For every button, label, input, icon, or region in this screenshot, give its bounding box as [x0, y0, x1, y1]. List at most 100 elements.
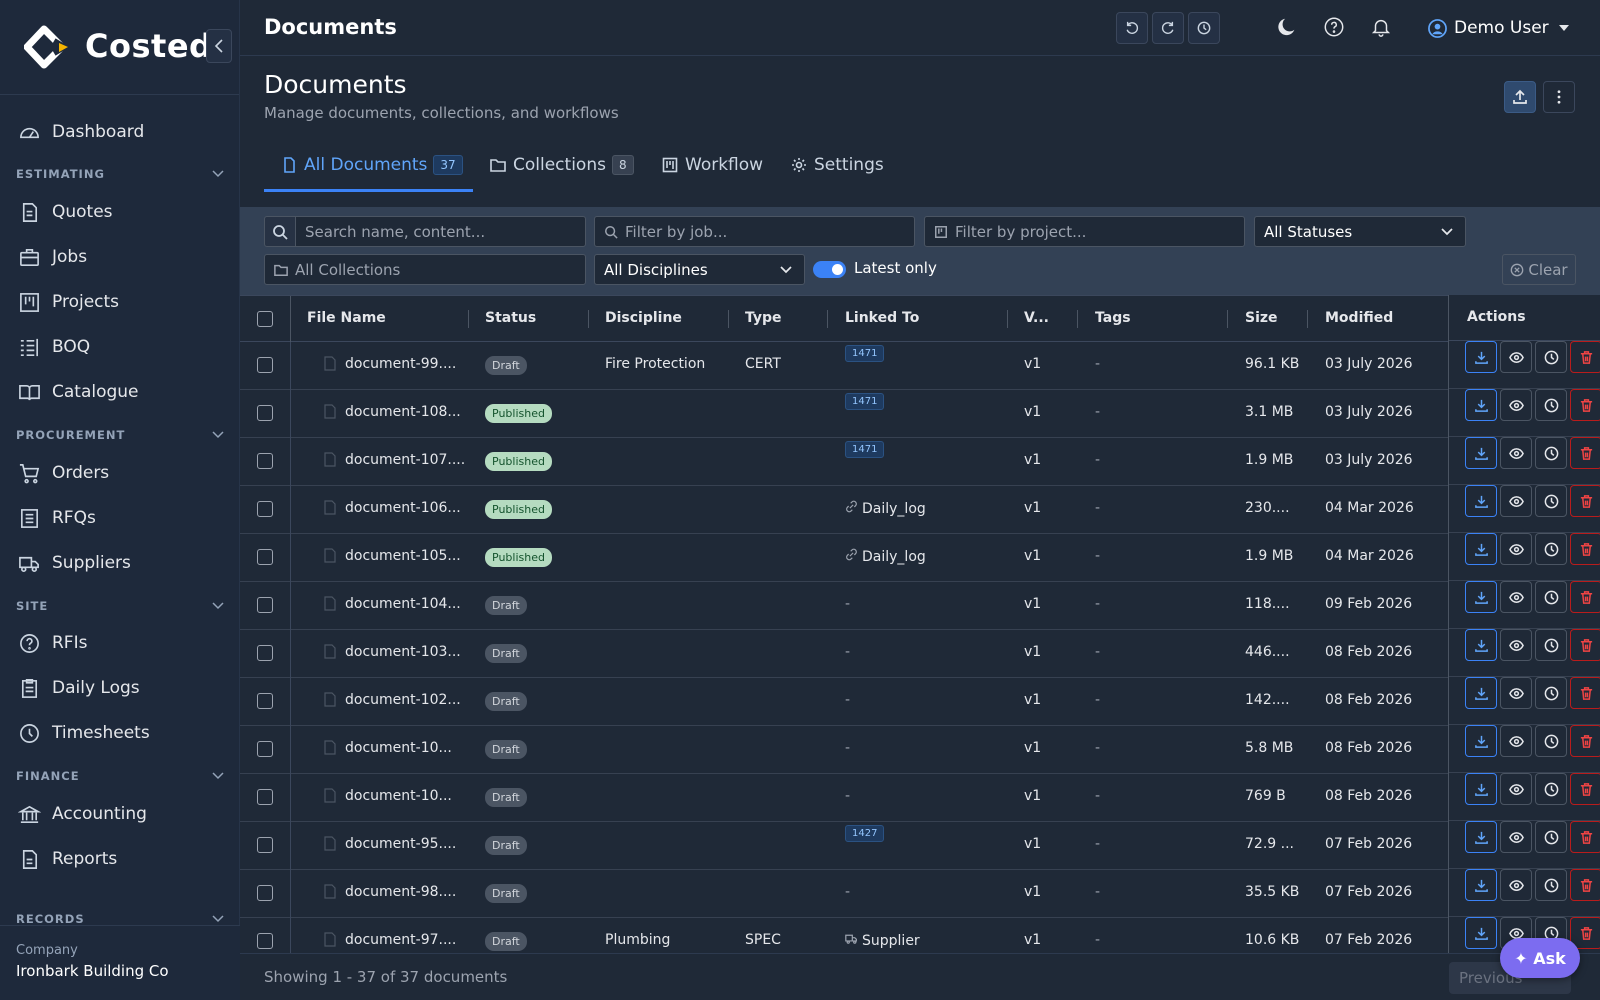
- delete-button[interactable]: [1570, 485, 1600, 517]
- table-row[interactable]: document-104... Draft - v1 - 118.... 09 Feb 20…: [240, 582, 1600, 630]
- file-name[interactable]: document-95....: [345, 836, 456, 852]
- file-name[interactable]: document-99....: [345, 356, 456, 372]
- download-button[interactable]: [1465, 773, 1497, 805]
- select-all-checkbox[interactable]: [257, 311, 273, 327]
- row-checkbox[interactable]: [257, 741, 273, 757]
- column-header-tags[interactable]: Tags: [1095, 310, 1131, 326]
- linked-to-link[interactable]: Daily_log: [845, 548, 926, 565]
- tab-workflow[interactable]: Workflow: [662, 150, 763, 180]
- user-menu[interactable]: Demo User: [1428, 16, 1576, 40]
- download-button[interactable]: [1465, 821, 1497, 853]
- column-header-type[interactable]: Type: [745, 310, 782, 326]
- sidebar-item-rfis[interactable]: RFIs: [0, 623, 240, 663]
- more-options-button[interactable]: [1543, 81, 1575, 113]
- row-checkbox[interactable]: [257, 837, 273, 853]
- table-row[interactable]: document-10... Draft - v1 - 5.8 MB 08 Feb 2026: [240, 726, 1600, 774]
- history-button[interactable]: [1188, 12, 1220, 44]
- row-checkbox[interactable]: [257, 405, 273, 421]
- sidebar-item-reports[interactable]: Reports: [0, 839, 240, 879]
- version-history-button[interactable]: [1535, 389, 1567, 421]
- download-button[interactable]: [1465, 677, 1497, 709]
- sidebar-item-timesheets[interactable]: Timesheets: [0, 713, 240, 753]
- column-header-modified[interactable]: Modified: [1325, 310, 1393, 326]
- sidebar-item-projects[interactable]: Projects: [0, 282, 240, 322]
- row-checkbox[interactable]: [257, 933, 273, 949]
- sidebar-item-catalogue[interactable]: Catalogue: [0, 372, 240, 412]
- preview-button[interactable]: [1500, 389, 1532, 421]
- sidebar-item-suppliers[interactable]: Suppliers: [0, 543, 240, 583]
- version-history-button[interactable]: [1535, 629, 1567, 661]
- tab-collections[interactable]: Collections 8: [490, 150, 634, 180]
- sidebar-section-procurement[interactable]: PROCUREMENT: [16, 425, 224, 445]
- version-history-button[interactable]: [1535, 341, 1567, 373]
- sidebar-section-finance[interactable]: FINANCE: [16, 766, 224, 786]
- sidebar-item-quotes[interactable]: Quotes: [0, 192, 240, 232]
- search-button[interactable]: [264, 216, 296, 247]
- table-row[interactable]: document-99.... Draft Fire Protection CERT 1…: [240, 342, 1600, 390]
- job-badge[interactable]: 1471: [845, 393, 885, 410]
- delete-button[interactable]: [1570, 821, 1600, 853]
- version-history-button[interactable]: [1535, 581, 1567, 613]
- row-checkbox[interactable]: [257, 597, 273, 613]
- sidebar-item-boq[interactable]: BOQ: [0, 327, 240, 367]
- download-button[interactable]: [1465, 629, 1497, 661]
- search-input[interactable]: Search name, content...: [295, 216, 586, 247]
- preview-button[interactable]: [1500, 821, 1532, 853]
- linked-to-link[interactable]: Supplier: [845, 932, 920, 949]
- ask-assistant-button[interactable]: ✦ Ask: [1500, 938, 1580, 978]
- theme-toggle-button[interactable]: [1276, 16, 1298, 38]
- row-checkbox[interactable]: [257, 549, 273, 565]
- discipline-select[interactable]: All Disciplines: [594, 254, 805, 285]
- download-button[interactable]: [1465, 341, 1497, 373]
- delete-button[interactable]: [1570, 533, 1600, 565]
- tab-settings[interactable]: Settings: [791, 150, 884, 180]
- row-checkbox[interactable]: [257, 789, 273, 805]
- download-button[interactable]: [1465, 917, 1497, 949]
- version-history-button[interactable]: [1535, 533, 1567, 565]
- version-history-button[interactable]: [1535, 821, 1567, 853]
- delete-button[interactable]: [1570, 389, 1600, 421]
- delete-button[interactable]: [1570, 725, 1600, 757]
- help-button[interactable]: [1323, 16, 1345, 38]
- delete-button[interactable]: [1570, 869, 1600, 901]
- company-switcher[interactable]: Company Ironbark Building Co: [0, 925, 240, 1000]
- download-button[interactable]: [1465, 485, 1497, 517]
- column-header-discipline[interactable]: Discipline: [605, 310, 682, 326]
- table-row[interactable]: document-95.... Draft 1427 v1 - 72.9 ... 07 Fe…: [240, 822, 1600, 870]
- row-checkbox[interactable]: [257, 501, 273, 517]
- project-filter-input[interactable]: Filter by project...: [924, 216, 1245, 247]
- download-button[interactable]: [1465, 533, 1497, 565]
- table-row[interactable]: document-10... Draft - v1 - 769 B 08 Feb 2026: [240, 774, 1600, 822]
- table-row[interactable]: document-97.... Draft Plumbing SPEC Supplier…: [240, 918, 1600, 953]
- delete-button[interactable]: [1570, 437, 1600, 469]
- status-select[interactable]: All Statuses: [1254, 216, 1466, 247]
- file-name[interactable]: document-102...: [345, 692, 461, 708]
- sidebar-item-rfqs[interactable]: RFQs: [0, 498, 240, 538]
- collections-filter-input[interactable]: All Collections: [264, 254, 586, 285]
- row-checkbox[interactable]: [257, 885, 273, 901]
- delete-button[interactable]: [1570, 773, 1600, 805]
- file-name[interactable]: document-104...: [345, 596, 461, 612]
- version-history-button[interactable]: [1535, 485, 1567, 517]
- clear-filters-button[interactable]: Clear: [1502, 254, 1576, 285]
- table-row[interactable]: document-108... Published 1471 v1 - 3.1 MB 03 …: [240, 390, 1600, 438]
- file-name[interactable]: document-106...: [345, 500, 461, 516]
- table-row[interactable]: document-102... Draft - v1 - 142.... 08 Feb 20…: [240, 678, 1600, 726]
- notifications-button[interactable]: [1370, 16, 1392, 38]
- version-history-button[interactable]: [1535, 725, 1567, 757]
- delete-button[interactable]: [1570, 677, 1600, 709]
- table-row[interactable]: document-106... Published Daily_log v1 - 230.…: [240, 486, 1600, 534]
- download-button[interactable]: [1465, 725, 1497, 757]
- collapse-sidebar-button[interactable]: [206, 29, 232, 63]
- version-history-button[interactable]: [1535, 437, 1567, 469]
- preview-button[interactable]: [1500, 581, 1532, 613]
- tab-all-documents[interactable]: All Documents 37: [281, 150, 463, 180]
- preview-button[interactable]: [1500, 485, 1532, 517]
- column-header-file-name[interactable]: File Name: [307, 310, 386, 326]
- file-name[interactable]: document-103...: [345, 644, 461, 660]
- job-badge[interactable]: 1427: [845, 825, 885, 842]
- undo-button[interactable]: [1116, 12, 1148, 44]
- row-checkbox[interactable]: [257, 357, 273, 373]
- preview-button[interactable]: [1500, 629, 1532, 661]
- redo-button[interactable]: [1152, 12, 1184, 44]
